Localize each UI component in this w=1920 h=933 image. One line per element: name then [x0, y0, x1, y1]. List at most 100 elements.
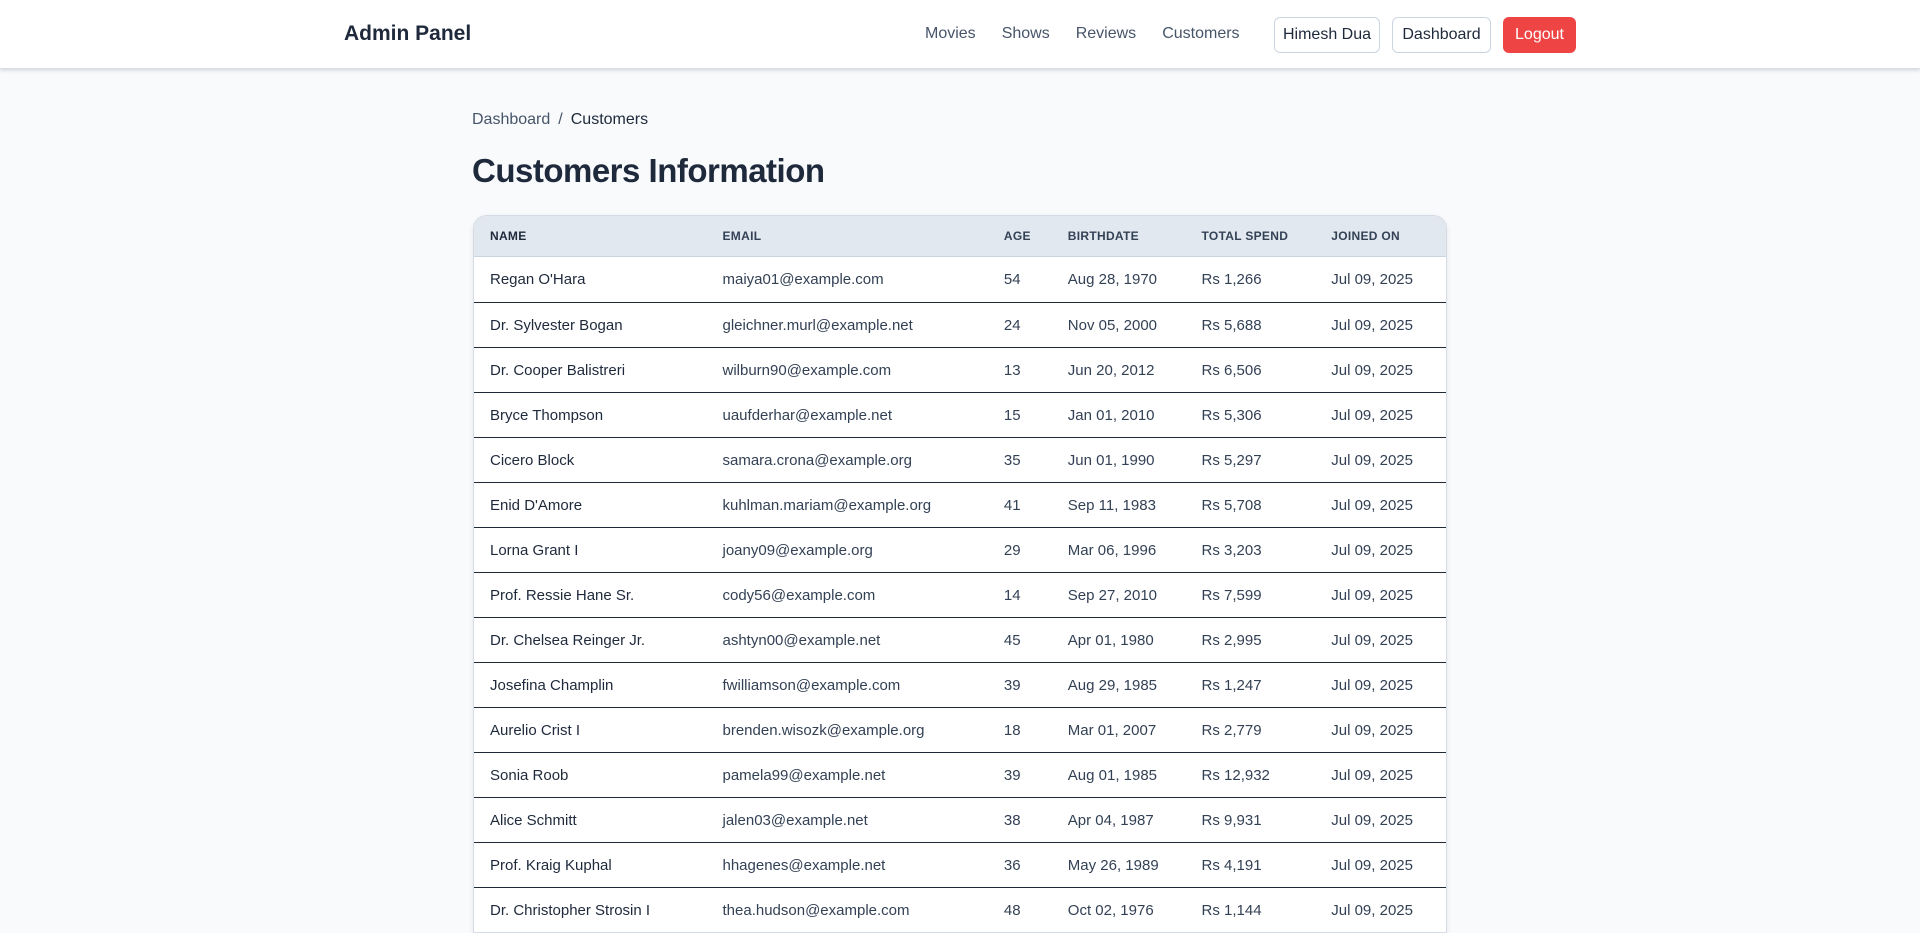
- cell-name: Enid D'Amore: [490, 496, 583, 514]
- cell-total-spend: Rs 6,506: [1201, 361, 1262, 379]
- cell-name: Alice Schmitt: [490, 811, 577, 829]
- table-row: Bryce Thompson uaufderhar@example.net 15 Ja…: [474, 392, 1446, 437]
- cell-total-spend: Rs 9,931: [1201, 811, 1262, 829]
- cell-birthdate: Jun 20, 2012: [1067, 361, 1155, 379]
- user-profile-button[interactable]: Himesh Dua: [1274, 17, 1380, 53]
- table-row: Cicero Block samara.crona@example.org 35 Ju…: [474, 437, 1446, 482]
- breadcrumb-dashboard-link[interactable]: Dashboard: [472, 111, 550, 128]
- table-row: Dr. Sylvester Bogan gleichner.murl@exampl…: [474, 302, 1446, 347]
- cell-birthdate: Sep 11, 1983: [1067, 496, 1156, 514]
- cell-email: thea.hudson@example.com: [722, 901, 910, 919]
- cell-email: jalen03@example.net: [722, 811, 868, 829]
- cell-name: Aurelio Crist I: [490, 721, 581, 739]
- cell-joined-on: Jul 09, 2025: [1331, 856, 1413, 874]
- column-header-email: EMAIL: [722, 229, 762, 243]
- cell-joined-on: Jul 09, 2025: [1331, 271, 1413, 288]
- cell-email: ashtyn00@example.net: [722, 631, 881, 649]
- cell-joined-on: Jul 09, 2025: [1331, 316, 1413, 334]
- cell-joined-on: Jul 09, 2025: [1331, 451, 1413, 469]
- column-header-birthdate: BIRTHDATE: [1067, 229, 1139, 243]
- cell-name: Prof. Ressie Hane Sr.: [490, 586, 635, 604]
- cell-joined-on: Jul 09, 2025: [1331, 766, 1413, 784]
- cell-joined-on: Jul 09, 2025: [1331, 586, 1413, 604]
- cell-age: 39: [1003, 766, 1021, 784]
- cell-total-spend: Rs 1,247: [1201, 676, 1262, 694]
- dashboard-button[interactable]: Dashboard: [1392, 17, 1491, 53]
- cell-email: samara.crona@example.org: [722, 451, 912, 469]
- cell-name: Dr. Sylvester Bogan: [490, 316, 623, 334]
- cell-total-spend: Rs 12,932: [1201, 766, 1270, 784]
- cell-age: 29: [1003, 541, 1021, 559]
- cell-email: cody56@example.com: [722, 586, 876, 604]
- cell-total-spend: Rs 5,306: [1201, 406, 1262, 424]
- cell-total-spend: Rs 4,191: [1201, 856, 1262, 874]
- nav-link-movies[interactable]: Movies: [925, 25, 976, 43]
- column-header-name: NAME: [490, 229, 527, 243]
- cell-email: gleichner.murl@example.net: [722, 316, 913, 334]
- cell-age: 39: [1003, 676, 1021, 694]
- cell-joined-on: Jul 09, 2025: [1331, 721, 1413, 739]
- cell-email: fwilliamson@example.com: [722, 676, 901, 694]
- nav-link-shows[interactable]: Shows: [1002, 25, 1050, 43]
- table-row: Dr. Christopher Strosin I thea.hudson@exa…: [474, 887, 1446, 932]
- cell-name: Bryce Thompson: [490, 406, 604, 424]
- cell-total-spend: Rs 2,995: [1201, 631, 1262, 649]
- table-row: Regan O'Hara maiya01@example.com 54 Aug 28,…: [474, 257, 1446, 302]
- cell-name: Dr. Cooper Balistreri: [490, 361, 626, 379]
- nav-link-customers[interactable]: Customers: [1162, 25, 1239, 43]
- cell-email: maiya01@example.com: [722, 271, 884, 288]
- cell-total-spend: Rs 2,779: [1201, 721, 1262, 739]
- cell-age: 45: [1003, 631, 1021, 649]
- cell-email: brenden.wisozk@example.org: [722, 721, 925, 739]
- cell-age: 54: [1003, 271, 1021, 288]
- cell-age: 15: [1003, 406, 1021, 424]
- nav-link-reviews[interactable]: Reviews: [1076, 25, 1136, 43]
- column-header-age: AGE: [1003, 229, 1031, 243]
- table-row: Dr. Chelsea Reinger Jr. ashtyn00@example.…: [474, 617, 1446, 662]
- table-row: Josefina Champlin fwilliamson@example.com…: [474, 662, 1446, 707]
- cell-name: Regan O'Hara: [490, 271, 586, 288]
- cell-email: wilburn90@example.com: [722, 361, 892, 379]
- cell-birthdate: Aug 28, 1970: [1067, 271, 1158, 288]
- cell-total-spend: Rs 7,599: [1201, 586, 1262, 604]
- cell-birthdate: Oct 02, 1976: [1067, 901, 1154, 919]
- cell-age: 41: [1003, 496, 1021, 514]
- top-navbar: Admin Panel Movies Shows Reviews Custome…: [0, 0, 1920, 69]
- cell-total-spend: Rs 3,203: [1201, 541, 1262, 559]
- page-title: Customers Information: [472, 152, 825, 189]
- cell-birthdate: Aug 01, 1985: [1067, 766, 1158, 784]
- breadcrumb: Dashboard / Customers: [472, 111, 648, 129]
- cell-joined-on: Jul 09, 2025: [1331, 406, 1413, 424]
- cell-name: Josefina Champlin: [490, 676, 614, 694]
- cell-total-spend: Rs 5,688: [1201, 316, 1262, 334]
- logout-button[interactable]: Logout: [1503, 17, 1576, 53]
- cell-birthdate: Jan 01, 2010: [1067, 406, 1155, 424]
- cell-email: hhagenes@example.net: [722, 856, 886, 874]
- cell-age: 13: [1003, 361, 1021, 379]
- table-row: Prof. Ressie Hane Sr. cody56@example.com 1…: [474, 572, 1446, 617]
- cell-joined-on: Jul 09, 2025: [1331, 901, 1413, 919]
- column-header-joined-on: JOINED ON: [1331, 229, 1400, 243]
- table-row: Dr. Cooper Balistreri wilburn90@example.c…: [474, 347, 1446, 392]
- cell-age: 38: [1003, 811, 1021, 829]
- brand-logo[interactable]: Admin Panel: [344, 22, 471, 46]
- cell-age: 36: [1003, 856, 1021, 874]
- cell-name: Prof. Kraig Kuphal: [490, 856, 612, 874]
- table-row: Aurelio Crist I brenden.wisozk@example.or…: [474, 707, 1446, 752]
- cell-total-spend: Rs 5,708: [1201, 496, 1262, 514]
- cell-name: Sonia Roob: [490, 766, 569, 784]
- cell-birthdate: Jun 01, 1990: [1067, 451, 1155, 469]
- cell-joined-on: Jul 09, 2025: [1331, 541, 1413, 559]
- cell-total-spend: Rs 1,266: [1201, 271, 1262, 288]
- cell-birthdate: Mar 06, 1996: [1067, 541, 1157, 559]
- cell-total-spend: Rs 1,144: [1201, 901, 1262, 919]
- breadcrumb-separator: /: [558, 111, 563, 128]
- cell-name: Cicero Block: [490, 451, 575, 469]
- cell-age: 14: [1003, 586, 1021, 604]
- table-row: Alice Schmitt jalen03@example.net 38 Apr 04…: [474, 797, 1446, 842]
- cell-age: 18: [1003, 721, 1021, 739]
- cell-birthdate: Sep 27, 2010: [1067, 586, 1158, 604]
- column-header-total-spend: TOTAL SPEND: [1201, 229, 1289, 243]
- cell-email: pamela99@example.net: [722, 766, 886, 784]
- cell-birthdate: May 26, 1989: [1067, 856, 1159, 874]
